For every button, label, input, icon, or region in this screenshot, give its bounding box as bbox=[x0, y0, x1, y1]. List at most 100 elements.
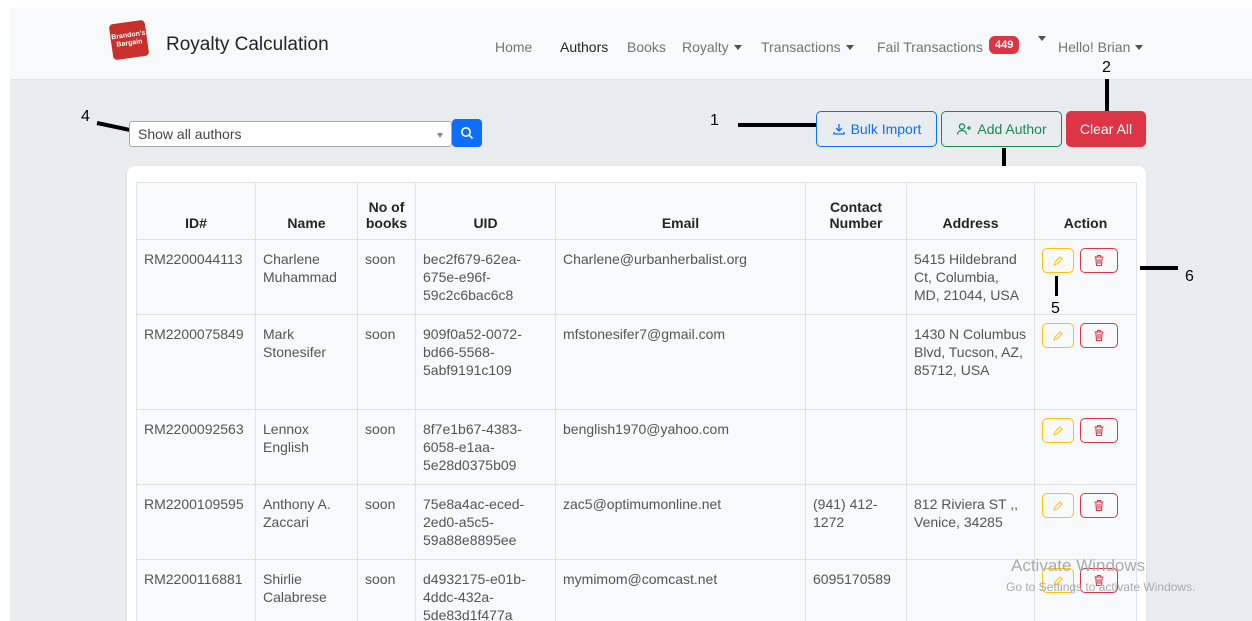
cell-books: soon bbox=[357, 484, 416, 560]
authors-table: ID# Name No of books UID Email Contact N… bbox=[136, 182, 1137, 621]
chevron-down-icon bbox=[1135, 45, 1144, 50]
cell-address: 812 Riviera ST ,, Venice, 34285 bbox=[906, 484, 1035, 560]
table-row: RM2200044113 Charlene Muhammad soon bec2… bbox=[136, 239, 1137, 315]
cell-id: RM2200109595 bbox=[136, 484, 256, 560]
cell-uid: 909f0a52-0072-bd66-5568-5abf9191c109 bbox=[415, 314, 556, 410]
authors-card: ID# Name No of books UID Email Contact N… bbox=[127, 166, 1146, 621]
delete-button[interactable] bbox=[1080, 493, 1118, 518]
brand-title[interactable]: Royalty Calculation bbox=[166, 34, 329, 56]
table-row: RM2200116881 Shirlie Calabrese soon d493… bbox=[136, 559, 1137, 621]
trash-icon bbox=[1094, 424, 1104, 437]
app-window: Brandon's Bargain Royalty Calculation Ho… bbox=[10, 8, 1252, 621]
cell-address: 1430 N Columbus Blvd, Tucson, AZ, 85712,… bbox=[906, 314, 1035, 410]
trash-icon bbox=[1094, 329, 1104, 342]
delete-button[interactable] bbox=[1080, 418, 1118, 443]
brand-logo[interactable]: Brandon's Bargain bbox=[108, 19, 150, 61]
cell-id: RM2200116881 bbox=[136, 559, 256, 621]
delete-button[interactable] bbox=[1080, 323, 1118, 348]
cell-uid: bec2f679-62ea-675e-e96f-59c2c6bac6c8 bbox=[415, 239, 556, 315]
trash-icon bbox=[1094, 254, 1104, 267]
cell-id: RM2200044113 bbox=[136, 239, 256, 315]
header-address[interactable]: Address bbox=[906, 182, 1035, 240]
cell-email: mymimom@comcast.net bbox=[555, 559, 806, 621]
header-books[interactable]: No of books bbox=[357, 182, 416, 240]
table-row: RM2200092563 Lennox English soon 8f7e1b6… bbox=[136, 409, 1137, 485]
nav-home[interactable]: Home bbox=[495, 39, 532, 55]
add-user-icon bbox=[957, 123, 972, 135]
nav-authors[interactable]: Authors bbox=[560, 39, 608, 55]
cell-uid: d4932175-e01b-4ddc-432a-5de83d1f477a bbox=[415, 559, 556, 621]
table-row: RM2200109595 Anthony A. Zaccari soon 75e… bbox=[136, 484, 1137, 560]
annotation-line-1 bbox=[738, 123, 816, 127]
author-filter-select[interactable]: Show all authors bbox=[129, 121, 452, 147]
annotation-1: 1 bbox=[710, 112, 719, 129]
annotation-6: 6 bbox=[1185, 268, 1194, 285]
cell-uid: 75e8a4ac-eced-2ed0-a5c5-59a88e8895ee bbox=[415, 484, 556, 560]
cell-books: soon bbox=[357, 409, 416, 485]
fail-count-badge: 449 bbox=[989, 36, 1020, 54]
header-contact[interactable]: Contact Number bbox=[805, 182, 907, 240]
cell-uid: 8f7e1b67-4383-6058-e1aa-5e28d0375b09 bbox=[415, 409, 556, 485]
cell-contact bbox=[805, 239, 907, 315]
search-icon bbox=[461, 127, 474, 140]
cell-email: mfstonesifer7@gmail.com bbox=[555, 314, 806, 410]
annotation-line-6 bbox=[1140, 266, 1178, 270]
header-action: Action bbox=[1034, 182, 1137, 240]
edit-button[interactable] bbox=[1042, 248, 1074, 273]
trash-icon bbox=[1094, 499, 1104, 512]
cell-address: 5415 Hildebrand Ct, Columbia, MD, 21044,… bbox=[906, 239, 1035, 315]
annotation-line-2 bbox=[1105, 79, 1109, 113]
chevron-down-icon bbox=[437, 133, 443, 138]
delete-button[interactable] bbox=[1080, 248, 1118, 273]
edit-button[interactable] bbox=[1042, 323, 1074, 348]
cell-action bbox=[1034, 239, 1137, 315]
chevron-down-icon bbox=[845, 45, 854, 50]
cell-action bbox=[1034, 484, 1137, 560]
user-menu[interactable]: Hello! Brian bbox=[1058, 39, 1144, 55]
cell-contact: 6095170589 bbox=[805, 559, 907, 621]
bulk-import-button[interactable]: Bulk Import bbox=[816, 111, 937, 147]
cell-name: Lennox English bbox=[255, 409, 358, 485]
cell-contact bbox=[805, 409, 907, 485]
annotation-4: 4 bbox=[81, 108, 90, 125]
cell-action bbox=[1034, 314, 1137, 410]
annotation-line-5 bbox=[1055, 276, 1058, 296]
cell-address bbox=[906, 409, 1035, 485]
pencil-icon bbox=[1053, 500, 1063, 511]
chevron-down-icon bbox=[733, 45, 742, 50]
activation-watermark-subtext: Go to Settings to activate Windows. bbox=[1006, 580, 1196, 594]
annotation-2: 2 bbox=[1102, 59, 1111, 76]
pencil-icon bbox=[1053, 425, 1063, 436]
cell-contact bbox=[805, 314, 907, 410]
table-header-row: ID# Name No of books UID Email Contact N… bbox=[136, 182, 1137, 240]
download-icon bbox=[832, 124, 845, 135]
add-author-button[interactable]: Add Author bbox=[941, 111, 1062, 147]
cell-name: Mark Stonesifer bbox=[255, 314, 358, 410]
activation-watermark: Activate Windows bbox=[1011, 556, 1146, 575]
header-id[interactable]: ID# bbox=[136, 182, 256, 240]
navbar: Brandon's Bargain Royalty Calculation Ho… bbox=[10, 8, 1252, 80]
chevron-down-icon[interactable] bbox=[1038, 36, 1046, 41]
cell-id: RM2200075849 bbox=[136, 314, 256, 410]
clear-all-button[interactable]: Clear All bbox=[1066, 111, 1146, 147]
edit-button[interactable] bbox=[1042, 418, 1074, 443]
pencil-icon bbox=[1053, 330, 1063, 341]
cell-action bbox=[1034, 409, 1137, 485]
cell-name: Shirlie Calabrese bbox=[255, 559, 358, 621]
edit-button[interactable] bbox=[1042, 493, 1074, 518]
header-email[interactable]: Email bbox=[555, 182, 806, 240]
cell-books: soon bbox=[357, 559, 416, 621]
pencil-icon bbox=[1053, 255, 1063, 266]
header-name[interactable]: Name bbox=[255, 182, 358, 240]
nav-books[interactable]: Books bbox=[627, 39, 666, 55]
nav-royalty-dropdown[interactable]: Royalty bbox=[682, 39, 742, 55]
header-uid[interactable]: UID bbox=[415, 182, 556, 240]
cell-email: benglish1970@yahoo.com bbox=[555, 409, 806, 485]
nav-transactions-dropdown[interactable]: Transactions bbox=[761, 39, 854, 55]
nav-fail-transactions[interactable]: Fail Transactions bbox=[877, 39, 983, 55]
cell-contact: (941) 412-1272 bbox=[805, 484, 907, 560]
annotation-5: 5 bbox=[1051, 300, 1060, 317]
cell-name: Anthony A. Zaccari bbox=[255, 484, 358, 560]
search-button[interactable] bbox=[452, 119, 482, 147]
cell-books: soon bbox=[357, 314, 416, 410]
